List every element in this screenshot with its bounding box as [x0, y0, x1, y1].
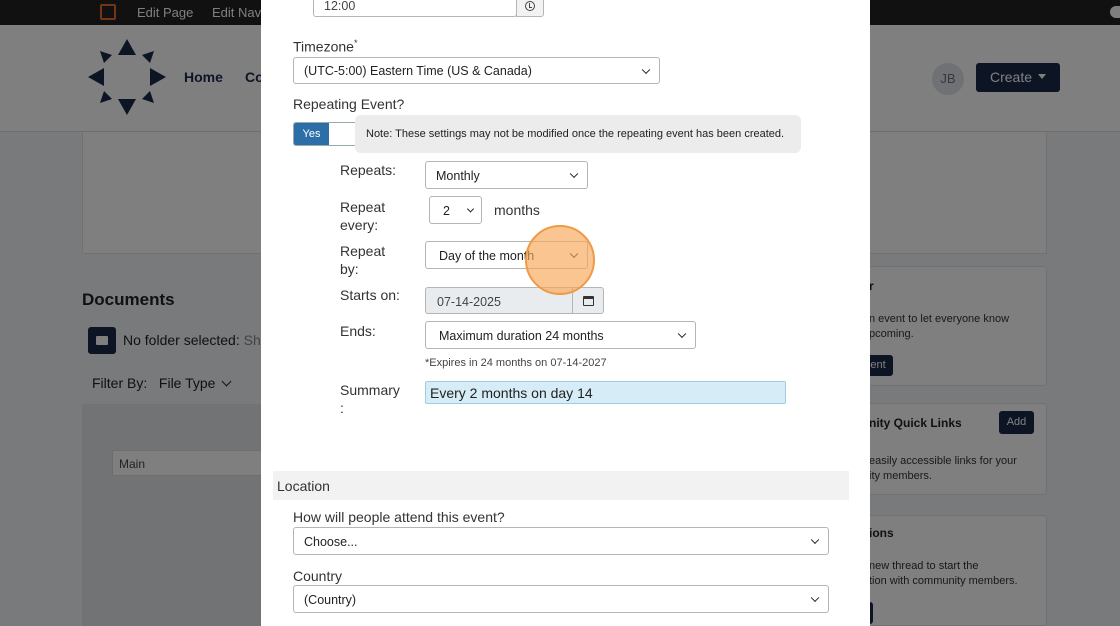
attendance-select[interactable]: Choose...: [293, 527, 829, 555]
chevron-down-icon: [569, 169, 579, 179]
repeats-label: Repeats:: [340, 162, 397, 178]
chevron-down-icon: [810, 593, 820, 603]
country-label: Country: [293, 568, 343, 584]
ends-value: Maximum duration 24 months: [439, 329, 604, 343]
click-indicator: [525, 225, 595, 295]
timezone-select[interactable]: (UTC-5:00) Eastern Time (US & Canada): [293, 57, 660, 84]
repeats-value: Monthly: [436, 169, 480, 183]
repeats-select[interactable]: Monthly: [425, 161, 588, 189]
calendar-icon: [583, 296, 594, 306]
date-picker-button[interactable]: [572, 287, 604, 314]
chevron-down-icon: [641, 65, 651, 74]
country-select[interactable]: (Country): [293, 585, 829, 613]
ends-label: Ends:: [340, 323, 376, 339]
required-marker: *: [353, 38, 358, 48]
starts-on-label: Starts on:: [340, 287, 400, 303]
country-value: (Country): [304, 593, 357, 607]
repeat-every-value: 2: [443, 204, 450, 218]
repeat-every-label: Repeat every:: [340, 199, 386, 233]
repeating-toggle[interactable]: Yes: [293, 122, 362, 146]
timezone-label: Timezone*: [293, 38, 357, 55]
repeat-by-value: Day of the month: [439, 249, 535, 263]
repeating-note: Note: These settings may not be modified…: [355, 115, 801, 153]
chevron-down-icon: [466, 205, 475, 213]
repeating-event-label: Repeating Event?: [293, 96, 405, 112]
time-input[interactable]: 12:00: [313, 0, 517, 17]
clock-icon: [525, 1, 535, 11]
repeat-by-label: Repeat by:: [340, 243, 386, 277]
expires-note: *Expires in 24 months on 07-14-2027: [425, 357, 607, 369]
summary-label: Summary :: [340, 382, 400, 416]
chevron-down-icon: [810, 535, 820, 545]
time-picker-button[interactable]: [516, 0, 544, 17]
ends-select[interactable]: Maximum duration 24 months: [425, 321, 696, 349]
toggle-yes-label: Yes: [294, 123, 329, 145]
repeat-every-unit: months: [494, 202, 540, 218]
repeat-every-select[interactable]: 2: [429, 196, 482, 224]
timezone-label-text: Timezone: [293, 38, 354, 55]
timezone-value: (UTC-5:00) Eastern Time (US & Canada): [304, 64, 532, 78]
attend-label: How will people attend this event?: [293, 509, 505, 525]
chevron-down-icon: [677, 329, 687, 339]
location-section-header: Location: [273, 471, 849, 500]
summary-output: Every 2 months on day 14: [425, 381, 786, 404]
attendance-value: Choose...: [304, 535, 358, 549]
